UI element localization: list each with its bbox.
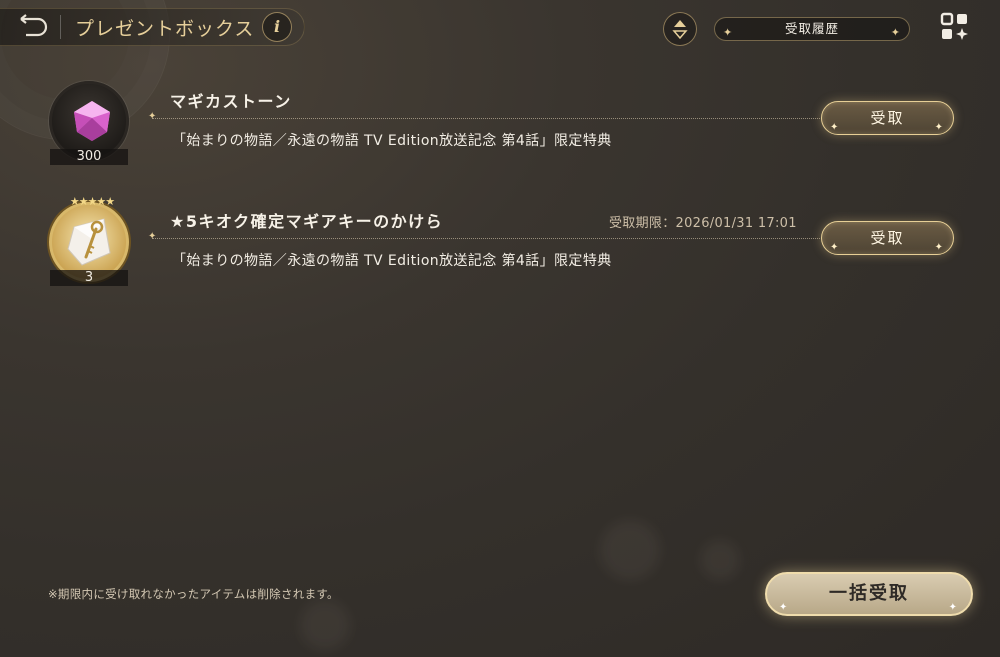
grid-menu-icon — [940, 12, 968, 40]
pink-gem-icon — [74, 101, 110, 141]
menu-grid-button[interactable] — [940, 12, 970, 42]
item-description: 「始まりの物語／永遠の物語 TV Edition放送記念 第4話」限定特典 — [172, 253, 612, 269]
present-row: 300 マギカストーン ✦ 「始まりの物語／永遠の物語 TV Edition放送… — [0, 78, 1000, 198]
sparkle-icon: ✦ — [934, 122, 945, 133]
claim-button[interactable]: ✦ 受取 ✦ — [821, 221, 954, 255]
info-button[interactable]: i — [262, 12, 292, 42]
magia-key-icon — [67, 218, 111, 266]
header-divider — [60, 15, 61, 39]
back-button[interactable] — [18, 14, 48, 40]
page-title: プレゼントボックス — [75, 18, 255, 40]
bokeh-light — [300, 600, 350, 650]
item-description: 「始まりの物語／永遠の物語 TV Edition放送記念 第4話」限定特典 — [172, 133, 612, 149]
row-divider — [152, 238, 820, 239]
claim-deadline: 受取期限：2026/01/31 17:01 — [609, 216, 797, 231]
bokeh-light — [600, 520, 660, 580]
sparkle-icon: ✦ — [890, 26, 901, 39]
item-count: 300 — [50, 149, 128, 165]
history-label: 受取履歴 — [784, 21, 839, 36]
bokeh-light — [700, 540, 740, 580]
claim-button[interactable]: ✦ 受取 ✦ — [821, 101, 954, 135]
sort-arrows-icon — [672, 20, 688, 39]
sparkle-icon: ✦ — [148, 231, 157, 242]
sparkle-icon: ✦ — [948, 602, 959, 613]
sparkle-icon: ✦ — [779, 602, 790, 613]
claim-all-button[interactable]: ✦ 一括受取 ✦ — [765, 572, 973, 616]
deletion-notice: ※期限内に受け取れなかったアイテムは削除されます。 — [48, 587, 339, 601]
sparkle-icon: ✦ — [830, 242, 841, 253]
claim-all-label: 一括受取 — [829, 583, 909, 604]
sparkle-icon: ✦ — [830, 122, 841, 133]
receipt-history-button[interactable]: ✦ 受取履歴 ✦ — [714, 17, 910, 41]
sparkle-icon: ✦ — [148, 111, 157, 122]
back-arrow-icon — [20, 14, 48, 37]
item-name: マギカストーン — [170, 92, 292, 111]
claim-label: 受取 — [870, 229, 905, 247]
sparkle-icon: ✦ — [723, 26, 734, 39]
row-divider — [152, 118, 820, 119]
present-row: ★★★★★ 3 ★5キオク確定マギアキーのかけら 受取期限：2026/01/31… — [0, 195, 1000, 318]
sort-order-button[interactable] — [663, 12, 697, 46]
sparkle-icon: ✦ — [934, 242, 945, 253]
claim-label: 受取 — [870, 109, 905, 127]
item-name: ★5キオク確定マギアキーのかけら — [170, 212, 444, 231]
item-count: 3 — [50, 270, 128, 286]
